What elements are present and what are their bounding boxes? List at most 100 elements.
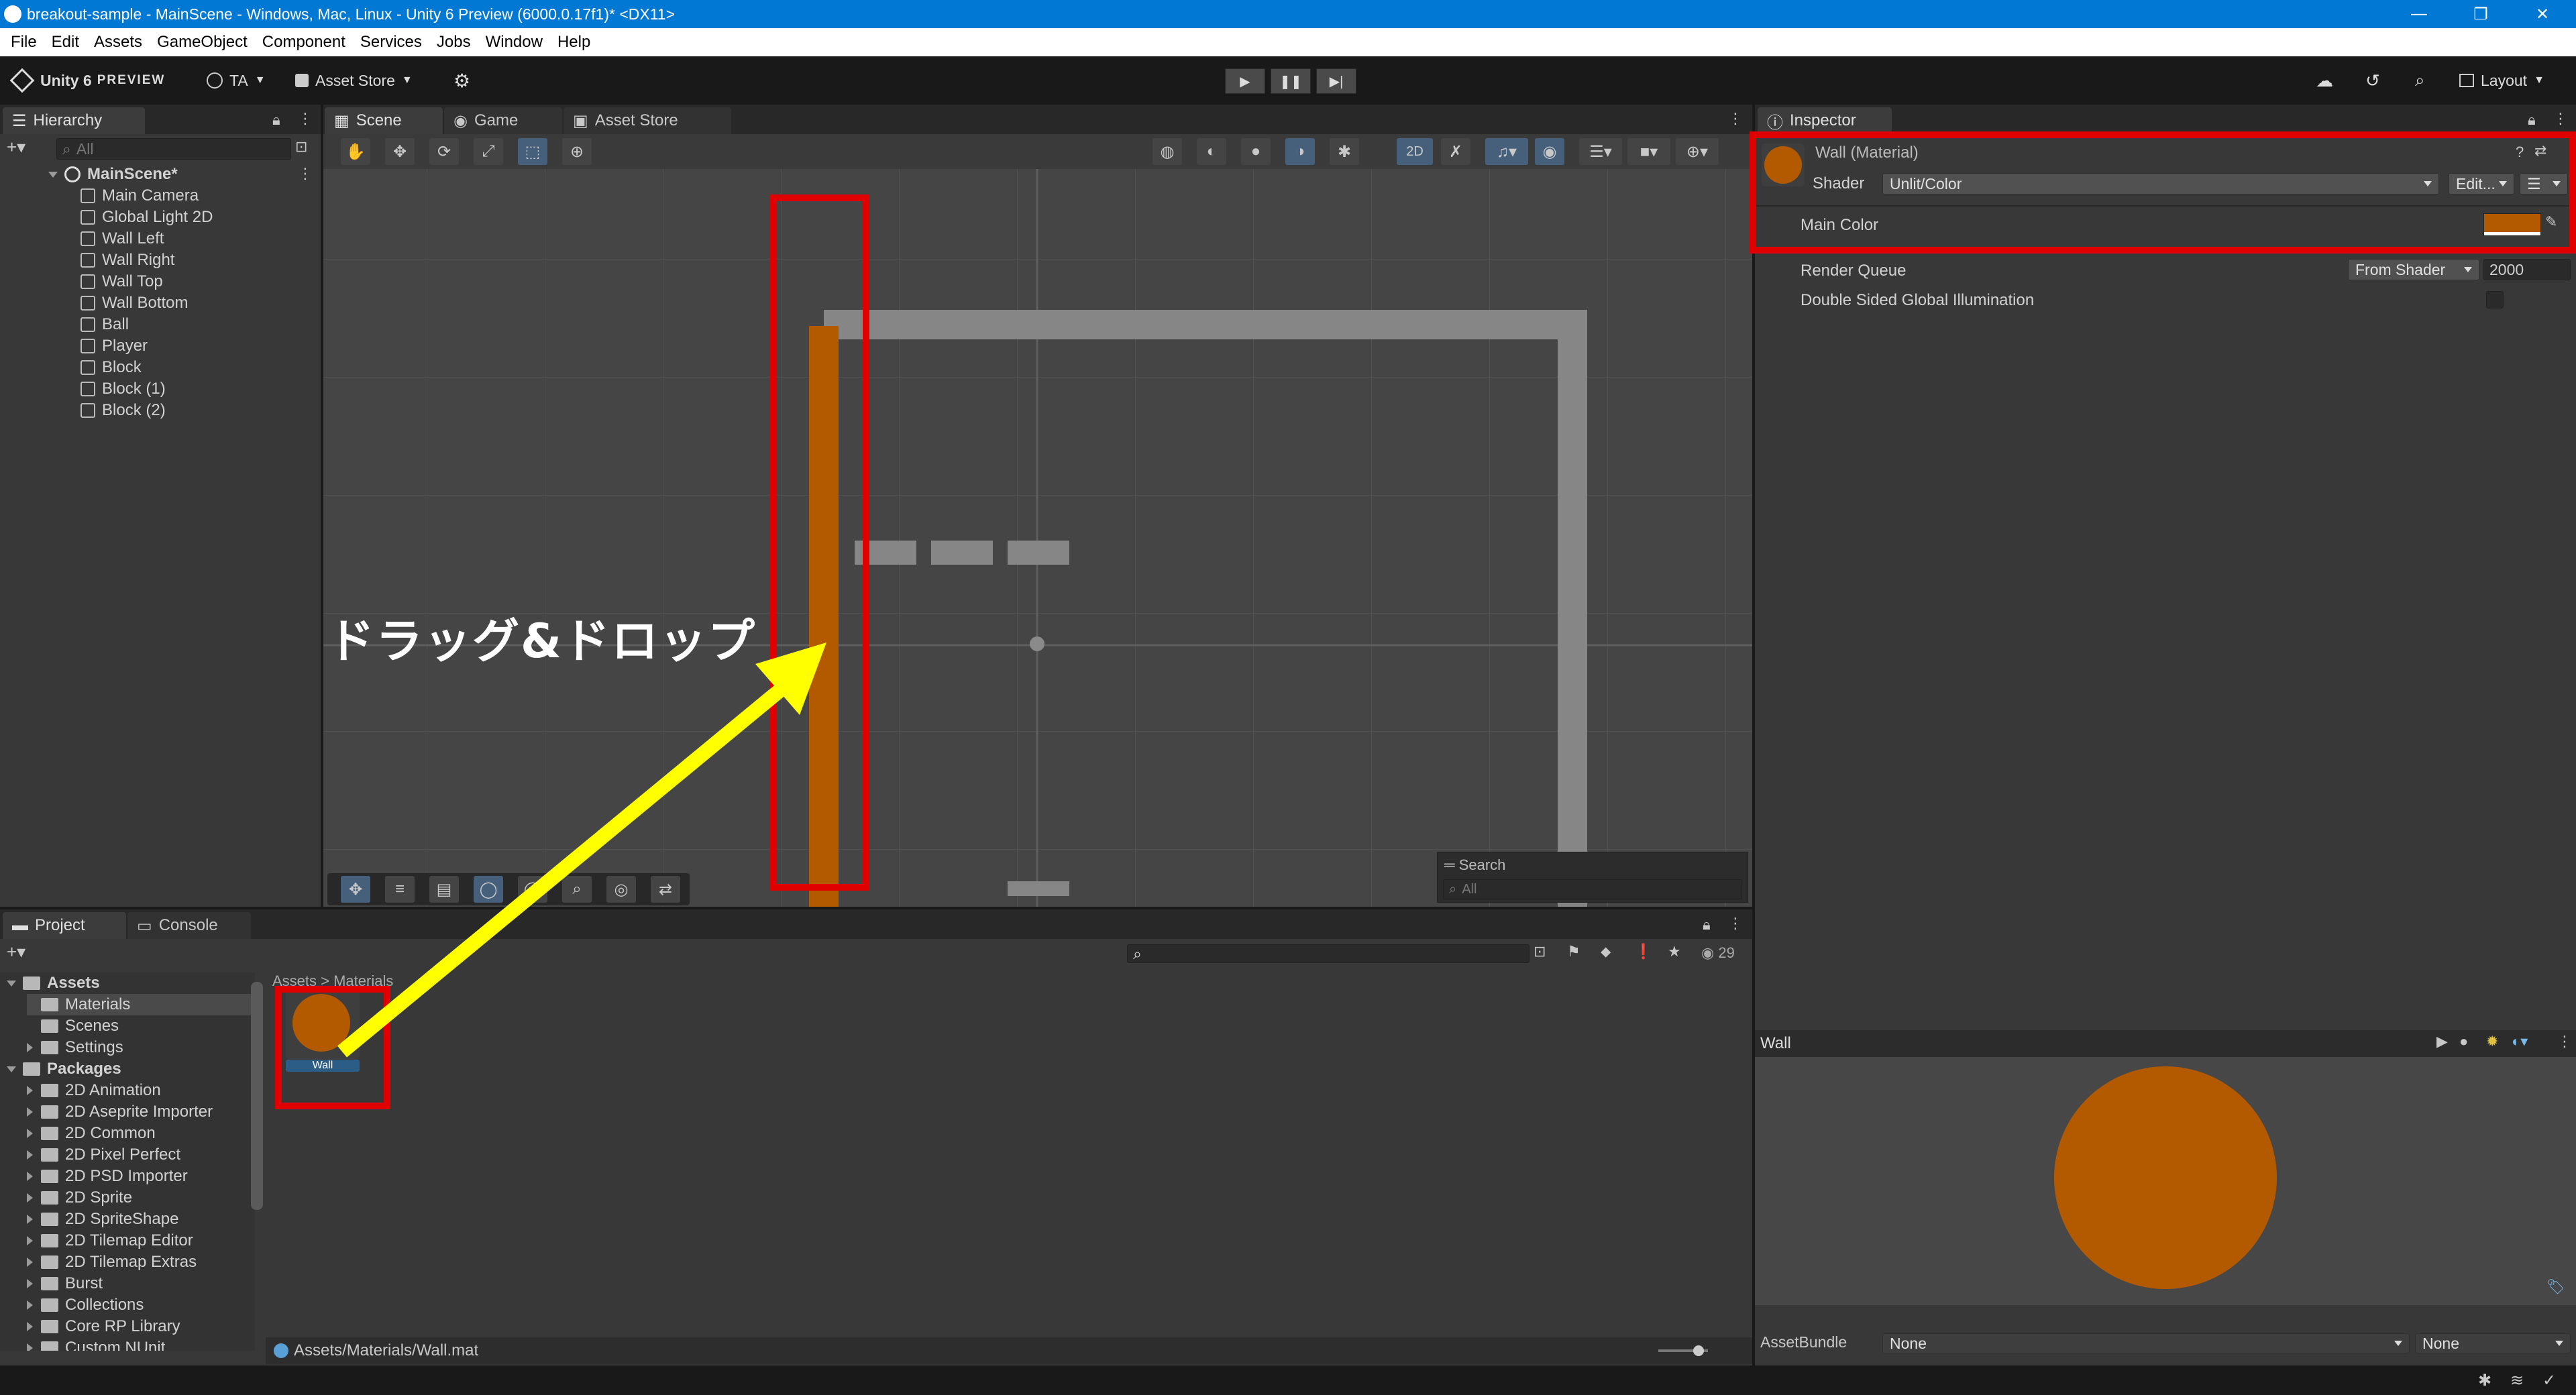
project-tree-item[interactable]: 2D Tilemap Editor: [27, 1230, 255, 1251]
preview-sphere-icon[interactable]: ◐▾: [2512, 1033, 2528, 1050]
globe-icon[interactable]: ◍: [1152, 138, 1182, 165]
hierarchy-search-input[interactable]: ⌕ All: [56, 138, 291, 160]
tag-icon[interactable]: ⬥: [1601, 943, 1611, 960]
hierarchy-item[interactable]: Ball: [80, 314, 129, 335]
tab-scene[interactable]: ▦ Scene: [325, 107, 443, 134]
pause-button[interactable]: ❚❚: [1271, 68, 1311, 94]
tab-console[interactable]: ▭ Console: [127, 912, 251, 939]
lighting-sphere-icon[interactable]: ◑: [1285, 138, 1315, 165]
shuffle-icon[interactable]: ⇄: [651, 876, 680, 903]
project-tree-item[interactable]: Materials: [27, 994, 255, 1015]
cloud-icon[interactable]: ☁: [2316, 68, 2333, 93]
menu-services[interactable]: Services: [360, 33, 422, 52]
rotate-tool-icon[interactable]: ⟳: [429, 138, 459, 165]
hierarchy-item[interactable]: Wall Top: [80, 271, 163, 292]
material-preview-area[interactable]: 🏷︎: [1755, 1057, 2576, 1305]
tree-scrollbar[interactable]: [251, 982, 263, 1210]
preview-light-icon[interactable]: ✹: [2486, 1033, 2498, 1050]
warning-icon[interactable]: ❗: [1634, 943, 1652, 960]
sliders-icon[interactable]: ≡: [385, 876, 415, 903]
collapse-arrow-icon[interactable]: [27, 1322, 33, 1331]
tag-icon[interactable]: 🏷︎: [2546, 1278, 2565, 1296]
hierarchy-item[interactable]: Block: [80, 357, 142, 378]
tab-game[interactable]: ◉ Game: [444, 107, 562, 134]
zoom-icon[interactable]: ⌕: [562, 876, 592, 903]
slider-handle[interactable]: [1693, 1345, 1704, 1356]
menu-edit[interactable]: Edit: [52, 33, 79, 52]
hierarchy-item[interactable]: Block (2): [80, 400, 166, 421]
menu-jobs[interactable]: Jobs: [437, 33, 471, 52]
scale-tool-icon[interactable]: ⤢: [474, 138, 503, 165]
render-queue-mode-dropdown[interactable]: From Shader: [2348, 259, 2479, 280]
collapse-arrow-icon[interactable]: [27, 1193, 33, 1203]
more-options-icon[interactable]: ⋮: [2553, 110, 2568, 127]
rect-tool-icon[interactable]: ⬚: [518, 138, 547, 165]
network-icon[interactable]: ≋: [2510, 1371, 2524, 1390]
pivot-icon[interactable]: ◯: [474, 876, 503, 903]
filter-icon[interactable]: ⊡: [295, 138, 307, 156]
menu-gameobject[interactable]: GameObject: [157, 33, 248, 52]
search-icon[interactable]: ⌕: [2415, 68, 2425, 93]
collapse-arrow-icon[interactable]: [27, 1150, 33, 1160]
add-object-button[interactable]: +▾: [7, 137, 25, 158]
hierarchy-item[interactable]: Global Light 2D: [80, 207, 213, 228]
project-tree-item[interactable]: 2D Animation: [27, 1080, 255, 1101]
lock-icon[interactable]: 🔒︎: [272, 111, 280, 129]
tab-hierarchy[interactable]: ☰ Hierarchy: [3, 107, 145, 134]
restore-icon[interactable]: ❐: [2450, 0, 2512, 28]
expand-arrow-icon[interactable]: [7, 1066, 16, 1072]
collapse-arrow-icon[interactable]: [27, 1086, 33, 1095]
wall-right[interactable]: [1558, 310, 1587, 907]
menu-component[interactable]: Component: [262, 33, 345, 52]
search-by-type-icon[interactable]: ⊡: [1534, 943, 1546, 960]
move-tool-icon[interactable]: ✥: [385, 138, 415, 165]
more-options-icon[interactable]: ⋮: [1728, 915, 1743, 932]
project-tree-item[interactable]: Scenes: [27, 1015, 255, 1037]
visibility-eye-icon[interactable]: ◉: [1535, 138, 1564, 165]
hierarchy-item[interactable]: Wall Bottom: [80, 292, 188, 314]
sphere-icon[interactable]: ◯: [518, 876, 547, 903]
scene-root[interactable]: MainScene*: [48, 164, 178, 185]
hierarchy-item[interactable]: Player: [80, 335, 148, 357]
double-sided-gi-checkbox[interactable]: [2486, 291, 2504, 309]
more-options-icon[interactable]: ⋮: [2557, 1033, 2572, 1050]
tab-asset-store[interactable]: ▣ Asset Store: [564, 107, 731, 134]
history-icon[interactable]: ↺: [2365, 68, 2380, 93]
favorite-star-icon[interactable]: ★: [1668, 943, 1681, 960]
project-tree-item[interactable]: Collections: [27, 1294, 255, 1316]
debug-bug-icon[interactable]: ✱: [1330, 138, 1359, 165]
project-tree-item[interactable]: Core RP Library: [27, 1316, 255, 1337]
move-handle-icon[interactable]: ✥: [341, 876, 370, 903]
project-tree-item[interactable]: Assets: [7, 972, 255, 994]
collapse-arrow-icon[interactable]: [27, 1129, 33, 1138]
collapse-arrow-icon[interactable]: [27, 1043, 33, 1052]
hierarchy-item[interactable]: Main Camera: [80, 185, 199, 207]
hand-tool-icon[interactable]: ✋: [341, 138, 370, 165]
project-tree-item[interactable]: Packages: [7, 1058, 255, 1080]
menu-assets[interactable]: Assets: [94, 33, 142, 52]
project-tree-item[interactable]: 2D Tilemap Extras: [27, 1251, 255, 1273]
minimize-icon[interactable]: —: [2388, 0, 2450, 28]
scene-search-input[interactable]: ⌕ All: [1443, 879, 1742, 899]
hierarchy-item[interactable]: Wall Right: [80, 249, 174, 271]
expand-arrow-icon[interactable]: [7, 980, 16, 987]
settings-icon[interactable]: ⚙: [453, 68, 470, 93]
preview-shape-icon[interactable]: ●: [2459, 1033, 2468, 1050]
render-queue-input[interactable]: 2000: [2483, 259, 2571, 280]
camera-icon[interactable]: ■▾: [1627, 138, 1670, 165]
play-button[interactable]: ▶: [1225, 68, 1265, 94]
check-icon[interactable]: ✓: [2542, 1371, 2556, 1390]
project-tree-item[interactable]: 2D Pixel Perfect: [27, 1144, 255, 1166]
menu-help[interactable]: Help: [557, 33, 590, 52]
project-tree-item[interactable]: 2D PSD Importer: [27, 1166, 255, 1187]
block-1[interactable]: [931, 541, 993, 565]
asset-store-dropdown[interactable]: Asset Store ▼: [295, 68, 413, 93]
grid-snap-icon[interactable]: ▤: [429, 876, 459, 903]
assetbundle-variant-dropdown[interactable]: None: [2415, 1333, 2571, 1353]
collapse-arrow-icon[interactable]: [27, 1279, 33, 1288]
collapse-arrow-icon[interactable]: [27, 1236, 33, 1245]
project-tree-item[interactable]: Custom NUnit: [27, 1337, 255, 1351]
filter-label-icon[interactable]: ⚑: [1567, 943, 1580, 960]
more-options-icon[interactable]: ⋮: [1728, 110, 1743, 127]
lock-icon[interactable]: 🔒︎: [2528, 111, 2536, 129]
